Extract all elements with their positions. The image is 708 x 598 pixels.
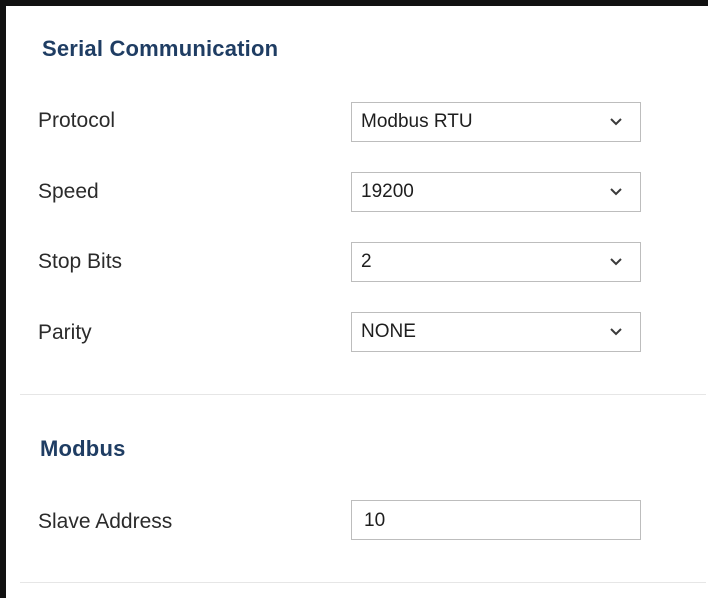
section-divider-bottom bbox=[20, 582, 706, 583]
parity-value: NONE bbox=[361, 321, 416, 342]
chevron-down-icon bbox=[610, 258, 622, 266]
stop-bits-select[interactable]: 2 bbox=[351, 242, 641, 282]
chevron-down-icon bbox=[610, 188, 622, 196]
speed-label: Speed bbox=[38, 180, 99, 203]
protocol-label: Protocol bbox=[38, 109, 116, 132]
modbus-title: Modbus bbox=[40, 436, 126, 461]
protocol-value: Modbus RTU bbox=[361, 111, 473, 132]
slave-address-input[interactable]: 10 bbox=[351, 500, 641, 540]
slave-address-label: Slave Address bbox=[38, 510, 173, 533]
slave-address-value: 10 bbox=[364, 510, 386, 531]
chevron-down-icon bbox=[610, 328, 622, 336]
stop-bits-value: 2 bbox=[361, 251, 372, 272]
chevron-down-icon bbox=[610, 118, 622, 126]
parity-label: Parity bbox=[38, 321, 92, 344]
serial-communication-title: Serial Communication bbox=[42, 36, 279, 61]
stop-bits-label: Stop Bits bbox=[38, 250, 123, 273]
speed-select[interactable]: 19200 bbox=[351, 172, 641, 212]
parity-select[interactable]: NONE bbox=[351, 312, 641, 352]
settings-panel: Serial Communication Protocol Modbus RTU… bbox=[0, 0, 708, 598]
speed-value: 19200 bbox=[361, 181, 414, 202]
section-divider bbox=[20, 394, 706, 395]
protocol-select[interactable]: Modbus RTU bbox=[351, 102, 641, 142]
